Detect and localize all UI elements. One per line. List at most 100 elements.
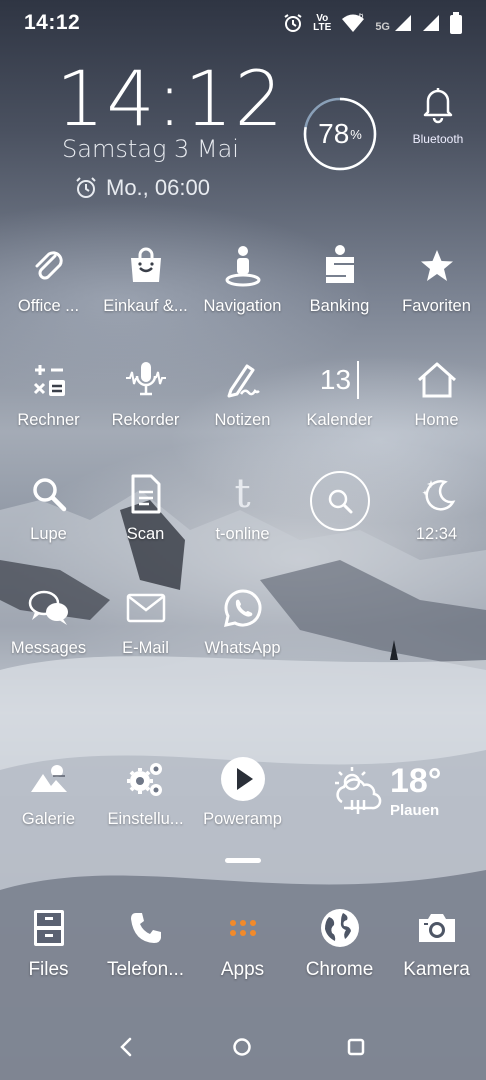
app-label: Poweramp: [203, 810, 282, 828]
magnifier-icon: [32, 478, 66, 512]
home-circle-icon: [233, 1038, 251, 1056]
gears-icon: [126, 763, 162, 796]
volte-bottom: LTE: [313, 22, 332, 33]
dock-kamera[interactable]: Kamera: [388, 905, 485, 981]
app-label: Office ...: [17, 297, 80, 315]
camera-icon: [418, 914, 455, 942]
signal-icon: [395, 15, 411, 31]
network-type: 5G: [375, 21, 390, 33]
app-label: Kamera: [403, 959, 470, 980]
app-label: Home: [414, 411, 459, 429]
signal-icon-2: [423, 15, 439, 31]
status-icons: Vo LTE 6 5G: [283, 10, 462, 36]
app-home[interactable]: Home: [388, 357, 485, 430]
play-icon: [220, 757, 265, 801]
paperclip-icon: [35, 251, 63, 280]
app-label: Kalender: [306, 411, 373, 429]
app-label: Galerie: [21, 810, 76, 828]
app-label: Einkauf &...: [103, 297, 188, 315]
page-indicator[interactable]: [225, 858, 261, 863]
home-icon: [417, 362, 456, 398]
phone-icon: [130, 913, 161, 943]
app-lupe[interactable]: Lupe: [0, 471, 97, 544]
app-label: Messages: [10, 639, 87, 657]
weather-city: Plauen: [390, 802, 440, 819]
battery-value: 78: [318, 118, 350, 149]
status-bar: 14:12 Vo LTE 6 5G: [0, 0, 486, 48]
status-time: 14:12: [24, 11, 81, 34]
clock-widget-date[interactable]: Samstag 3 Mai: [62, 135, 239, 163]
file-cabinet-icon: [33, 910, 64, 946]
recents-icon: [347, 1038, 365, 1056]
app-t-online[interactable]: t t-online: [194, 471, 291, 544]
bell-icon: [423, 88, 453, 124]
nav-home-button[interactable]: [212, 1022, 272, 1072]
app-label: Einstellu...: [107, 810, 184, 828]
app-label: Navigation: [203, 297, 282, 315]
chat-bubbles-icon: [28, 590, 68, 625]
battery-percent: 78%: [302, 96, 378, 172]
app-rekorder[interactable]: Rekorder: [97, 357, 194, 430]
navigation-bar: [0, 1022, 486, 1072]
nav-back-button[interactable]: [96, 1022, 156, 1072]
app-galerie[interactable]: Galerie: [0, 756, 97, 829]
app-favoriten[interactable]: Favoriten: [388, 243, 485, 316]
nav-recents-button[interactable]: [326, 1022, 386, 1072]
weather-temperature: 18°: [390, 762, 442, 800]
app-rechner[interactable]: Rechner: [0, 357, 97, 430]
app-whatsapp[interactable]: WhatsApp: [194, 585, 291, 658]
app-messages[interactable]: Messages: [0, 585, 97, 658]
calendar-icon: 13: [320, 361, 360, 399]
dock-telefon[interactable]: Telefon...: [97, 905, 194, 981]
t-online-icon: t: [234, 471, 251, 517]
app-label: Telefon...: [106, 959, 185, 980]
cloud-sun-rain-icon: [335, 767, 382, 814]
alarm-time: Mo., 06:00: [106, 175, 210, 200]
wifi-badge: 6: [359, 13, 364, 20]
app-label: Favoriten: [402, 297, 471, 315]
gallery-icon: [30, 765, 67, 792]
app-navigation[interactable]: Navigation: [194, 243, 291, 316]
clock-widget-time[interactable]: 14:12: [56, 54, 285, 143]
wifi-icon: 6: [342, 13, 365, 32]
clock-widget-alarm[interactable]: Mo., 06:00: [74, 175, 210, 201]
app-label: WhatsApp: [204, 639, 281, 657]
app-night-clock[interactable]: 12:34: [388, 471, 485, 544]
app-label: E-Mail: [122, 639, 169, 657]
dock-files[interactable]: Files: [0, 905, 97, 981]
back-icon: [120, 1037, 132, 1057]
app-scan[interactable]: Scan: [97, 471, 194, 544]
moon-stars-icon: [421, 480, 455, 511]
weather-widget[interactable]: 18° Plauen: [330, 762, 470, 822]
navigation-icon: [225, 246, 260, 287]
search-widget[interactable]: [291, 471, 388, 539]
dock-apps[interactable]: Apps: [194, 905, 291, 981]
app-notizen[interactable]: Notizen: [194, 357, 291, 430]
app-office[interactable]: Office ...: [0, 243, 97, 316]
app-label: Rechner: [17, 411, 80, 429]
microphone-icon: [125, 362, 166, 396]
app-label: Files: [28, 959, 69, 980]
alarm-clock-icon: [76, 177, 96, 198]
app-label: Lupe: [30, 525, 67, 543]
app-label: Scan: [126, 525, 165, 543]
calculator-icon: [33, 365, 65, 396]
app-einkauf[interactable]: Einkauf &...: [97, 243, 194, 316]
app-label: Apps: [220, 959, 265, 980]
app-poweramp[interactable]: Poweramp: [194, 756, 291, 829]
alarm-icon: [284, 14, 302, 32]
bluetooth-widget[interactable]: Bluetooth: [400, 84, 476, 146]
document-icon: [131, 474, 160, 514]
envelope-icon: [126, 593, 165, 623]
app-label: Chrome: [305, 959, 374, 980]
app-email[interactable]: E-Mail: [97, 585, 194, 658]
app-label: t-online: [215, 525, 270, 543]
dock-chrome[interactable]: Chrome: [291, 905, 388, 981]
app-banking[interactable]: Banking: [291, 243, 388, 316]
battery-unit: %: [350, 126, 362, 142]
app-einstellungen[interactable]: Einstellu...: [97, 756, 194, 829]
star-icon: [420, 250, 453, 281]
app-kalender[interactable]: 13 Kalender: [291, 357, 388, 430]
app-label: 12:34: [415, 525, 458, 543]
app-label: Rekorder: [111, 411, 180, 429]
